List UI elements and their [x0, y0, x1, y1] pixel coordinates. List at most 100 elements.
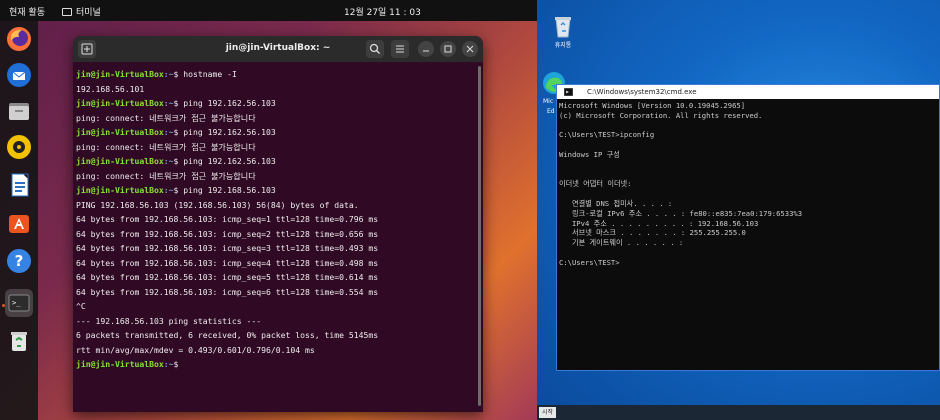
help-icon[interactable]: ? [5, 247, 33, 275]
terminal-line: jin@jin-VirtualBox:~$ ping 192.168.56.10… [76, 183, 474, 198]
cmd-line: 연결별 DNS 접미사. . . . : [559, 198, 673, 208]
prompt-command: $ ping 192.168.56.103 [173, 185, 276, 195]
trash-icon[interactable] [5, 327, 33, 355]
cmd-line: 기본 게이트웨이 . . . . . . : [559, 238, 684, 248]
prompt-path: :~ [163, 185, 174, 195]
cmd-line: Windows IP 구성 [559, 149, 620, 159]
terminal-line: 64 bytes from 192.168.56.103: icmp_seq=5… [76, 272, 379, 282]
terminal-line: jin@jin-VirtualBox:~$ hostname -I [76, 67, 474, 82]
terminal-line: rtt min/avg/max/mdev = 0.493/0.601/0.796… [76, 344, 315, 355]
files-icon[interactable] [5, 97, 33, 125]
terminal-line: 64 bytes from 192.168.56.103: icmp_seq=1… [76, 214, 379, 224]
recycle-bin-label: 휴지통 [554, 42, 572, 49]
prompt-command: $ ping 192.162.56.103 [173, 127, 276, 137]
search-icon [369, 43, 380, 54]
terminal-line: jin@jin-VirtualBox:~$ ping 192.162.56.10… [76, 154, 474, 169]
prompt-user: jin@jin-VirtualBox [76, 127, 164, 137]
ubuntu-desktop: 현재 활동 터미널 12월 27일 11 : 03 ? >_ jin@jin-V… [0, 0, 537, 420]
windows-desktop: 휴지통 Mic Ed C:\Windows\system32\cmd.exe M… [537, 0, 940, 420]
terminal-line: jin@jin-VirtualBox:~$ ping 192.162.56.10… [76, 96, 474, 111]
ubuntu-dock: ? >_ [0, 21, 38, 420]
cmd-line [559, 170, 939, 180]
ubuntu-top-bar: 현재 활동 터미널 12월 27일 11 : 03 [0, 0, 537, 21]
terminal-icon[interactable]: >_ [5, 289, 33, 317]
cmd-line: 링크-로컬 IPv6 주소 . . . . : fe80::e835:7ea0:… [559, 208, 803, 218]
cmd-output[interactable]: Microsoft Windows [Version 10.0.19045.29… [559, 101, 939, 366]
firefox-icon[interactable] [5, 25, 33, 53]
terminal-scrollbar[interactable] [478, 66, 481, 406]
cmd-line: C:\Users\TEST> [559, 257, 620, 267]
prompt-command: $ ping 192.162.56.103 [173, 156, 276, 166]
app-center-icon[interactable] [5, 209, 33, 237]
close-button[interactable] [462, 41, 478, 57]
terminal-line: ping: connect: 네트워크가 접근 불가능합니다 [76, 112, 256, 123]
svg-text:>_: >_ [12, 299, 21, 307]
terminal-output[interactable]: jin@jin-VirtualBox:~$ hostname -I 192.168… [76, 67, 474, 407]
terminal-line: ping: connect: 네트워크가 접근 불가능합니다 [76, 170, 256, 181]
menu-button[interactable] [391, 40, 409, 58]
app-menu[interactable]: 터미널 [62, 5, 101, 18]
cmd-window[interactable]: C:\Windows\system32\cmd.exe Microsoft Wi… [556, 84, 940, 371]
start-button[interactable]: 시작 [539, 407, 557, 418]
cmd-line [559, 140, 939, 150]
terminal-line: ping: connect: 네트워크가 접근 불가능합니다 [76, 141, 256, 152]
terminal-line: 6 packets transmitted, 6 received, 0% pa… [76, 330, 379, 340]
recycle-bin[interactable]: 휴지통 [543, 14, 583, 49]
terminal-line: 64 bytes from 192.168.56.103: icmp_seq=6… [76, 286, 379, 297]
prompt-path: :~ [163, 359, 174, 369]
prompt-path: :~ [163, 98, 174, 108]
activities-button[interactable]: 현재 활동 [9, 5, 45, 18]
cmd-title: C:\Windows\system32\cmd.exe [587, 88, 697, 96]
thunderbird-icon[interactable] [5, 61, 33, 89]
terminal-window[interactable]: jin@jin-VirtualBox: ~ jin@jin-VirtualBox… [73, 36, 483, 412]
rhythmbox-icon[interactable] [5, 133, 33, 161]
cmd-line: Microsoft Windows [Version 10.0.19045.29… [559, 101, 746, 110]
prompt-command: $ [173, 359, 184, 369]
cmd-icon [564, 88, 573, 96]
prompt-user: jin@jin-VirtualBox [76, 359, 164, 369]
minimize-button[interactable] [418, 41, 434, 57]
terminal-app-icon [62, 7, 72, 16]
cmd-line [559, 189, 939, 199]
prompt-user: jin@jin-VirtualBox [76, 69, 164, 79]
terminal-line: 64 bytes from 192.168.56.103: icmp_seq=3… [76, 243, 379, 253]
cmd-line: 서브넷 마스크 . . . . . . . : 255.255.255.0 [559, 228, 746, 238]
clock[interactable]: 12월 27일 11 : 03 [344, 5, 421, 18]
cmd-line [559, 121, 939, 131]
terminal-line: 64 bytes from 192.168.56.103: icmp_seq=2… [76, 228, 379, 239]
recycle-bin-icon [555, 17, 571, 38]
search-button[interactable] [366, 40, 384, 58]
cmd-line: 이더넷 어댑터 이더넷: [559, 179, 632, 189]
close-icon [466, 45, 474, 53]
terminal-line: jin@jin-VirtualBox:~$ ping 192.162.56.10… [76, 125, 474, 140]
edge-label: Mic [543, 98, 554, 105]
terminal-line: 192.168.56.101 [76, 83, 145, 94]
prompt-command: $ ping 192.162.56.103 [173, 98, 276, 108]
prompt-path: :~ [163, 127, 174, 137]
cmd-line [559, 160, 939, 170]
maximize-icon [444, 45, 452, 53]
windows-taskbar: 시작 [537, 405, 940, 420]
prompt-command: $ hostname -I [173, 69, 237, 79]
terminal-line: PING 192.168.56.103 (192.168.56.103) 56(… [76, 199, 359, 210]
cmd-line: C:\Users\TEST>ipconfig [559, 130, 655, 140]
hamburger-icon [396, 45, 404, 53]
prompt-path: :~ [163, 156, 174, 166]
edge-label-2: Ed [547, 108, 555, 115]
terminal-header: jin@jin-VirtualBox: ~ [73, 36, 483, 62]
prompt-user: jin@jin-VirtualBox [76, 98, 164, 108]
svg-text:?: ? [15, 252, 24, 270]
cmd-line: (c) Microsoft Corporation. All rights re… [559, 110, 763, 120]
maximize-button[interactable] [440, 41, 456, 57]
terminal-line: ^C [76, 301, 86, 311]
prompt-user: jin@jin-VirtualBox [76, 185, 164, 195]
cmd-title-bar: C:\Windows\system32\cmd.exe [557, 85, 939, 99]
cmd-line [559, 248, 939, 258]
terminal-line: 64 bytes from 192.168.56.103: icmp_seq=4… [76, 257, 379, 268]
cmd-line: IPv4 주소 . . . . . . . . . : 192.168.56.1… [559, 218, 759, 228]
minimize-icon [423, 50, 429, 52]
writer-icon[interactable] [5, 171, 33, 199]
app-menu-label: 터미널 [76, 8, 101, 18]
prompt-path: :~ [163, 69, 174, 79]
terminal-line: jin@jin-VirtualBox:~$ [76, 357, 474, 372]
